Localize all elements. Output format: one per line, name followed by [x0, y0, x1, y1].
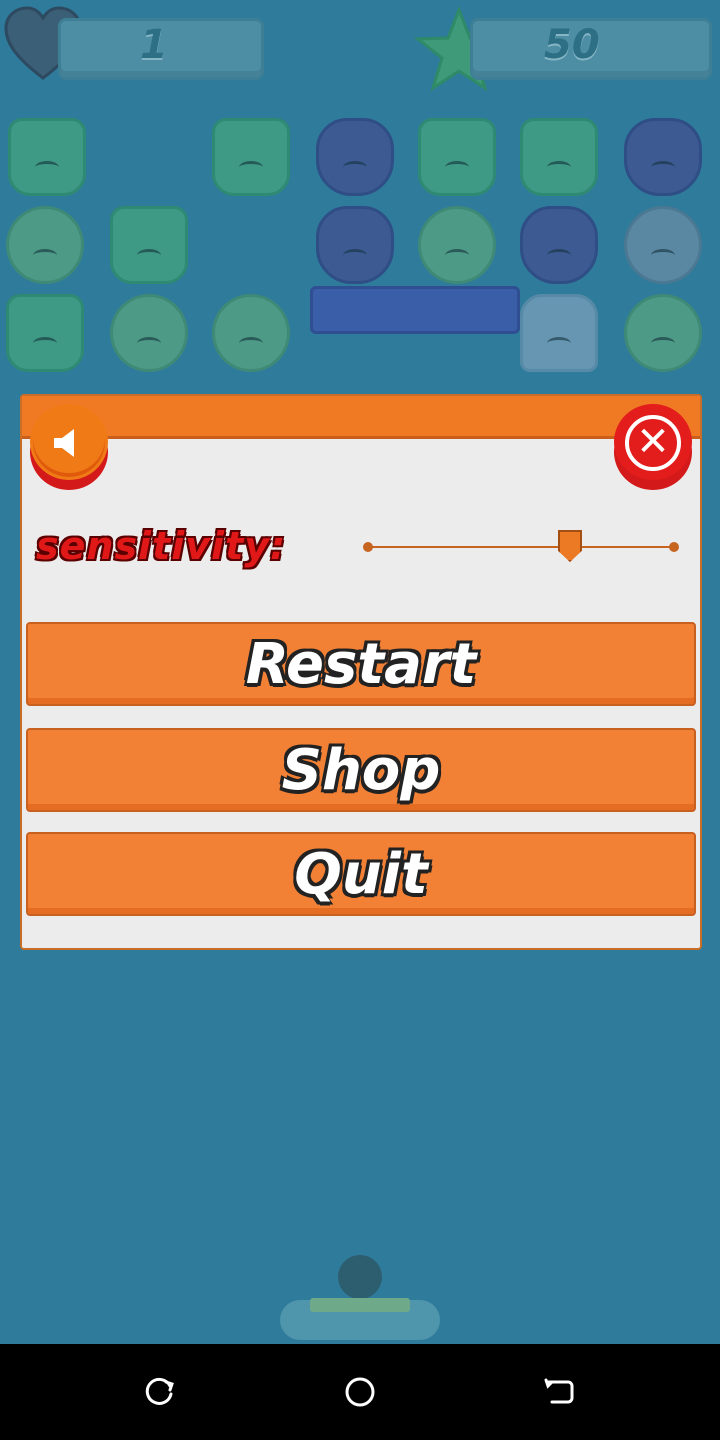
shop-button[interactable]: Shop	[26, 728, 696, 812]
sensitivity-label: sensitivity:	[36, 524, 287, 568]
broccoli-tile	[212, 118, 290, 196]
restart-label: Restart	[245, 632, 477, 697]
ball	[338, 1255, 382, 1299]
blocker-brick	[310, 286, 520, 334]
lime-tile	[212, 294, 290, 372]
sound-button[interactable]	[30, 404, 108, 490]
bread-tile	[520, 294, 598, 372]
settings-dialog: ✕ sensitivity: Restart Shop Quit	[20, 394, 702, 950]
apple-tile	[316, 206, 394, 284]
dialog-header-bar	[22, 396, 700, 439]
paddle-grass	[310, 1298, 410, 1312]
close-icon: ✕	[636, 419, 670, 465]
recents-icon[interactable]	[142, 1374, 178, 1410]
sensitivity-slider-thumb[interactable]	[557, 530, 582, 562]
lime-tile	[110, 294, 188, 372]
broccoli-tile	[520, 118, 598, 196]
home-icon[interactable]	[342, 1374, 378, 1410]
broccoli-tile	[418, 118, 496, 196]
apple-tile	[520, 206, 598, 284]
glass-tile	[624, 206, 702, 284]
quit-label: Quit	[294, 842, 428, 907]
restart-button[interactable]: Restart	[26, 622, 696, 706]
quit-button[interactable]: Quit	[26, 832, 696, 916]
speaker-icon	[54, 429, 74, 457]
lime-tile	[624, 294, 702, 372]
broccoli-tile	[6, 294, 84, 372]
slider-min-end	[363, 542, 373, 552]
lives-count: 1	[140, 22, 168, 68]
back-icon[interactable]	[542, 1374, 578, 1410]
system-nav-bar	[0, 1344, 720, 1440]
apple-tile	[316, 118, 394, 196]
score-count: 50	[544, 22, 600, 68]
shop-label: Shop	[281, 738, 441, 803]
broccoli-tile	[110, 206, 188, 284]
apple-tile	[624, 118, 702, 196]
lime-tile	[6, 206, 84, 284]
lime-tile	[418, 206, 496, 284]
close-button[interactable]: ✕	[614, 404, 692, 490]
sensitivity-slider-track[interactable]	[368, 546, 674, 548]
broccoli-tile	[8, 118, 86, 196]
slider-max-end	[669, 542, 679, 552]
